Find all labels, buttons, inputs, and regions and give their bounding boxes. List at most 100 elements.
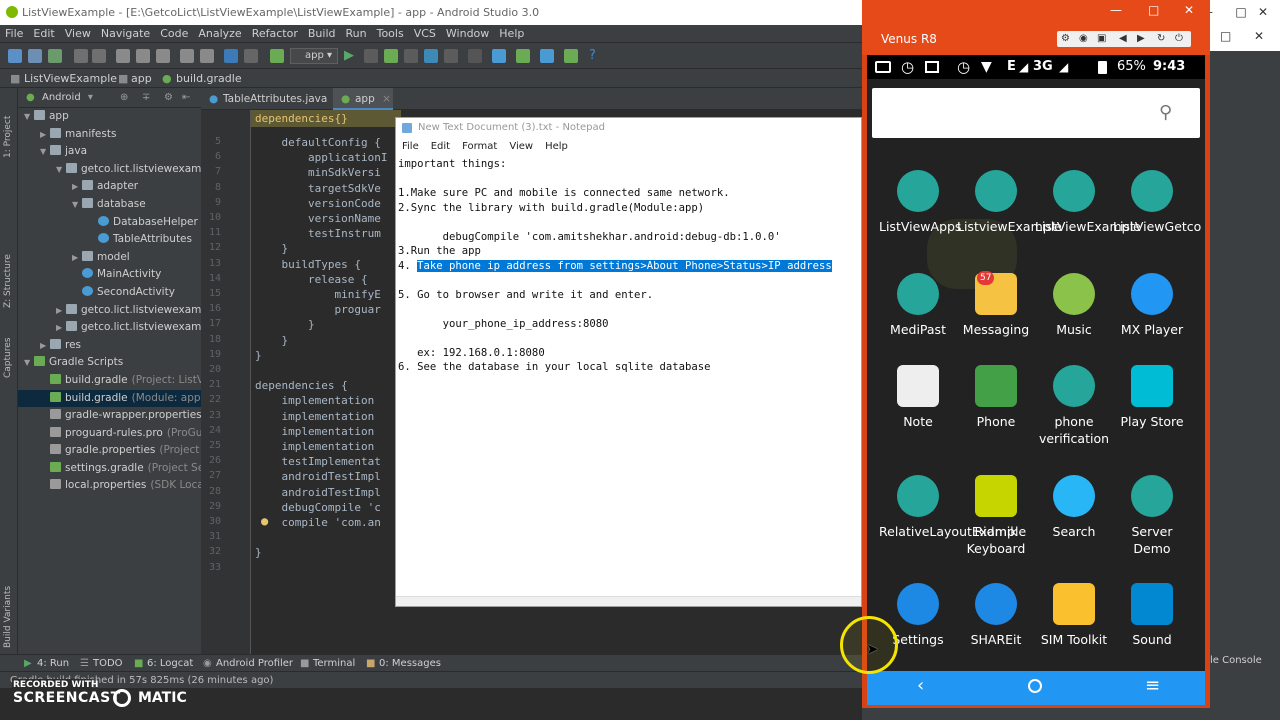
app-medipast[interactable]: MediPast	[879, 273, 957, 338]
expand-arrow-icon[interactable]: ▼	[24, 108, 34, 126]
tree-item[interactable]: ▶ getco.lict.listviewexample	[18, 319, 201, 337]
tool-tab-profiler[interactable]: Android Profiler	[216, 655, 293, 672]
volume-down-icon[interactable]: ◀	[1119, 31, 1127, 47]
avd-manager-icon[interactable]	[492, 49, 506, 63]
expand-arrow-icon[interactable]: ▼	[40, 143, 50, 161]
expand-arrow-icon[interactable]: ▶	[56, 319, 66, 337]
sdk-manager-icon[interactable]	[516, 49, 530, 63]
apply-changes-icon[interactable]	[364, 49, 378, 63]
notepad-menu-help[interactable]: Help	[539, 138, 574, 156]
help-icon[interactable]: ?	[589, 48, 596, 63]
layout-inspector-icon[interactable]	[564, 49, 578, 63]
notepad-horizontal-scrollbar[interactable]	[396, 596, 861, 606]
app-ridmik-keyboard[interactable]: Ridmik Keyboard	[957, 475, 1035, 557]
tree-item[interactable]: build.gradle (Module: app)	[18, 389, 201, 408]
notepad-menu-edit[interactable]: Edit	[425, 138, 456, 156]
undo-icon[interactable]	[74, 49, 88, 63]
volume-up-icon[interactable]: ▶	[1137, 31, 1145, 47]
minimize-icon[interactable]: —	[1110, 3, 1122, 17]
replace-icon[interactable]	[200, 49, 214, 63]
menu-window[interactable]: Window	[441, 25, 494, 43]
app-listviewgetco[interactable]: ListViewGetco	[1113, 170, 1201, 235]
close-tab-icon[interactable]: ×	[382, 93, 391, 105]
menu-tools[interactable]: Tools	[372, 25, 409, 43]
lightbulb-icon[interactable]: ●	[261, 514, 268, 528]
run-config-select[interactable]: app ▾	[290, 48, 338, 64]
tool-tab-terminal[interactable]: Terminal	[313, 655, 355, 672]
menu-help[interactable]: Help	[494, 25, 529, 43]
tree-item[interactable]: ▼ getco.lict.listviewexample	[18, 161, 201, 179]
tree-item[interactable]: MainActivity	[18, 266, 201, 284]
expand-arrow-icon[interactable]: ▶	[72, 178, 82, 196]
tool-tab-run[interactable]: 4: Run	[37, 655, 69, 672]
collapse-all-icon[interactable]: ∓	[142, 88, 150, 108]
back-icon[interactable]: ‹	[917, 675, 924, 696]
notepad-menu-file[interactable]: File	[396, 138, 425, 156]
save-icon[interactable]	[28, 49, 42, 63]
app-note[interactable]: Note	[879, 365, 957, 430]
power-icon[interactable]: ⏻	[1175, 31, 1183, 47]
tree-item[interactable]: ▼ app	[18, 108, 201, 126]
app-listviewexample[interactable]: ListviewExample	[957, 170, 1062, 235]
expand-arrow-icon[interactable]: ▶	[56, 302, 66, 320]
home-icon[interactable]	[1028, 679, 1042, 693]
notepad-menu-format[interactable]: Format	[456, 138, 503, 156]
app-listviewexample[interactable]: ListViewExample	[1035, 170, 1141, 235]
menu-icon[interactable]: ≡	[1145, 675, 1160, 696]
app-music[interactable]: Music	[1035, 273, 1113, 338]
breadcrumb-project[interactable]: ListViewExample	[24, 69, 117, 88]
restore-icon[interactable]: □	[1220, 29, 1231, 43]
find-icon[interactable]	[180, 49, 194, 63]
debug-icon[interactable]	[384, 49, 398, 63]
redo-icon[interactable]	[92, 49, 106, 63]
menu-edit[interactable]: Edit	[28, 25, 59, 43]
menu-code[interactable]: Code	[155, 25, 193, 43]
menu-analyze[interactable]: Analyze	[193, 25, 246, 43]
maximize-icon[interactable]: □	[1148, 3, 1159, 17]
sync-icon[interactable]	[48, 49, 62, 63]
tree-item[interactable]: gradle-wrapper.properties(G	[18, 407, 201, 425]
app-mx-player[interactable]: MX Player	[1113, 273, 1191, 338]
close-icon[interactable]: ✕	[1184, 3, 1194, 17]
tool-tab-messages[interactable]: 0: Messages	[379, 655, 441, 672]
hide-panel-icon[interactable]: ⇤	[182, 88, 190, 108]
app-messaging[interactable]: 57 Messaging	[957, 271, 1035, 338]
tree-item[interactable]: ▶ res	[18, 337, 201, 355]
captures-tool-tab[interactable]: Captures	[3, 333, 13, 378]
open-icon[interactable]	[8, 49, 22, 63]
app-search-box[interactable]: ⚲	[872, 88, 1200, 138]
app-sound[interactable]: Sound	[1113, 583, 1191, 648]
tree-item[interactable]: SecondActivity	[18, 284, 201, 302]
rotate-icon[interactable]: ↻	[1157, 31, 1165, 47]
tree-item[interactable]: ▶ model	[18, 249, 201, 267]
gear-icon[interactable]: ⚙	[164, 88, 173, 108]
run-icon[interactable]: ▶	[344, 48, 354, 63]
attach-debugger-icon[interactable]	[424, 49, 438, 63]
app-phone-verification[interactable]: phone verification	[1035, 365, 1113, 447]
make-project-icon[interactable]	[270, 49, 284, 63]
expand-arrow-icon[interactable]: ▶	[40, 126, 50, 144]
tree-item[interactable]: ▶ manifests	[18, 126, 201, 144]
build-variants-tool-tab[interactable]: Build Variants	[3, 583, 13, 648]
menu-build[interactable]: Build	[303, 25, 341, 43]
stop-icon[interactable]	[444, 49, 458, 63]
tree-item[interactable]: local.properties(SDK Locati	[18, 477, 201, 495]
tool-tab-todo[interactable]: TODO	[93, 655, 123, 672]
expand-arrow-icon[interactable]: ▼	[56, 161, 66, 179]
forward-icon[interactable]	[244, 49, 258, 63]
tool-tab-logcat[interactable]: 6: Logcat	[147, 655, 193, 672]
tab-table-attributes[interactable]: ● TableAttributes.java ×	[201, 88, 333, 127]
scroll-from-source-icon[interactable]: ⊕	[120, 88, 128, 108]
notepad-text-area[interactable]: important things: 1.Make sure PC and mobi…	[398, 158, 858, 598]
app-listviewapps[interactable]: ListViewApps	[879, 170, 961, 235]
expand-arrow-icon[interactable]: ▶	[40, 337, 50, 355]
breadcrumb-file[interactable]: build.gradle	[176, 69, 242, 88]
app-shareit[interactable]: SHAREit	[957, 583, 1035, 648]
tree-item[interactable]: gradle.properties(Project Pr	[18, 442, 201, 460]
cut-icon[interactable]	[116, 49, 130, 63]
project-tool-tab[interactable]: 1: Project	[3, 98, 13, 158]
tree-item[interactable]: build.gradle (Project: ListVi	[18, 372, 201, 390]
app-server-demo[interactable]: Server Demo	[1113, 475, 1191, 557]
menu-file[interactable]: File	[0, 25, 28, 43]
menu-view[interactable]: View	[60, 25, 96, 43]
